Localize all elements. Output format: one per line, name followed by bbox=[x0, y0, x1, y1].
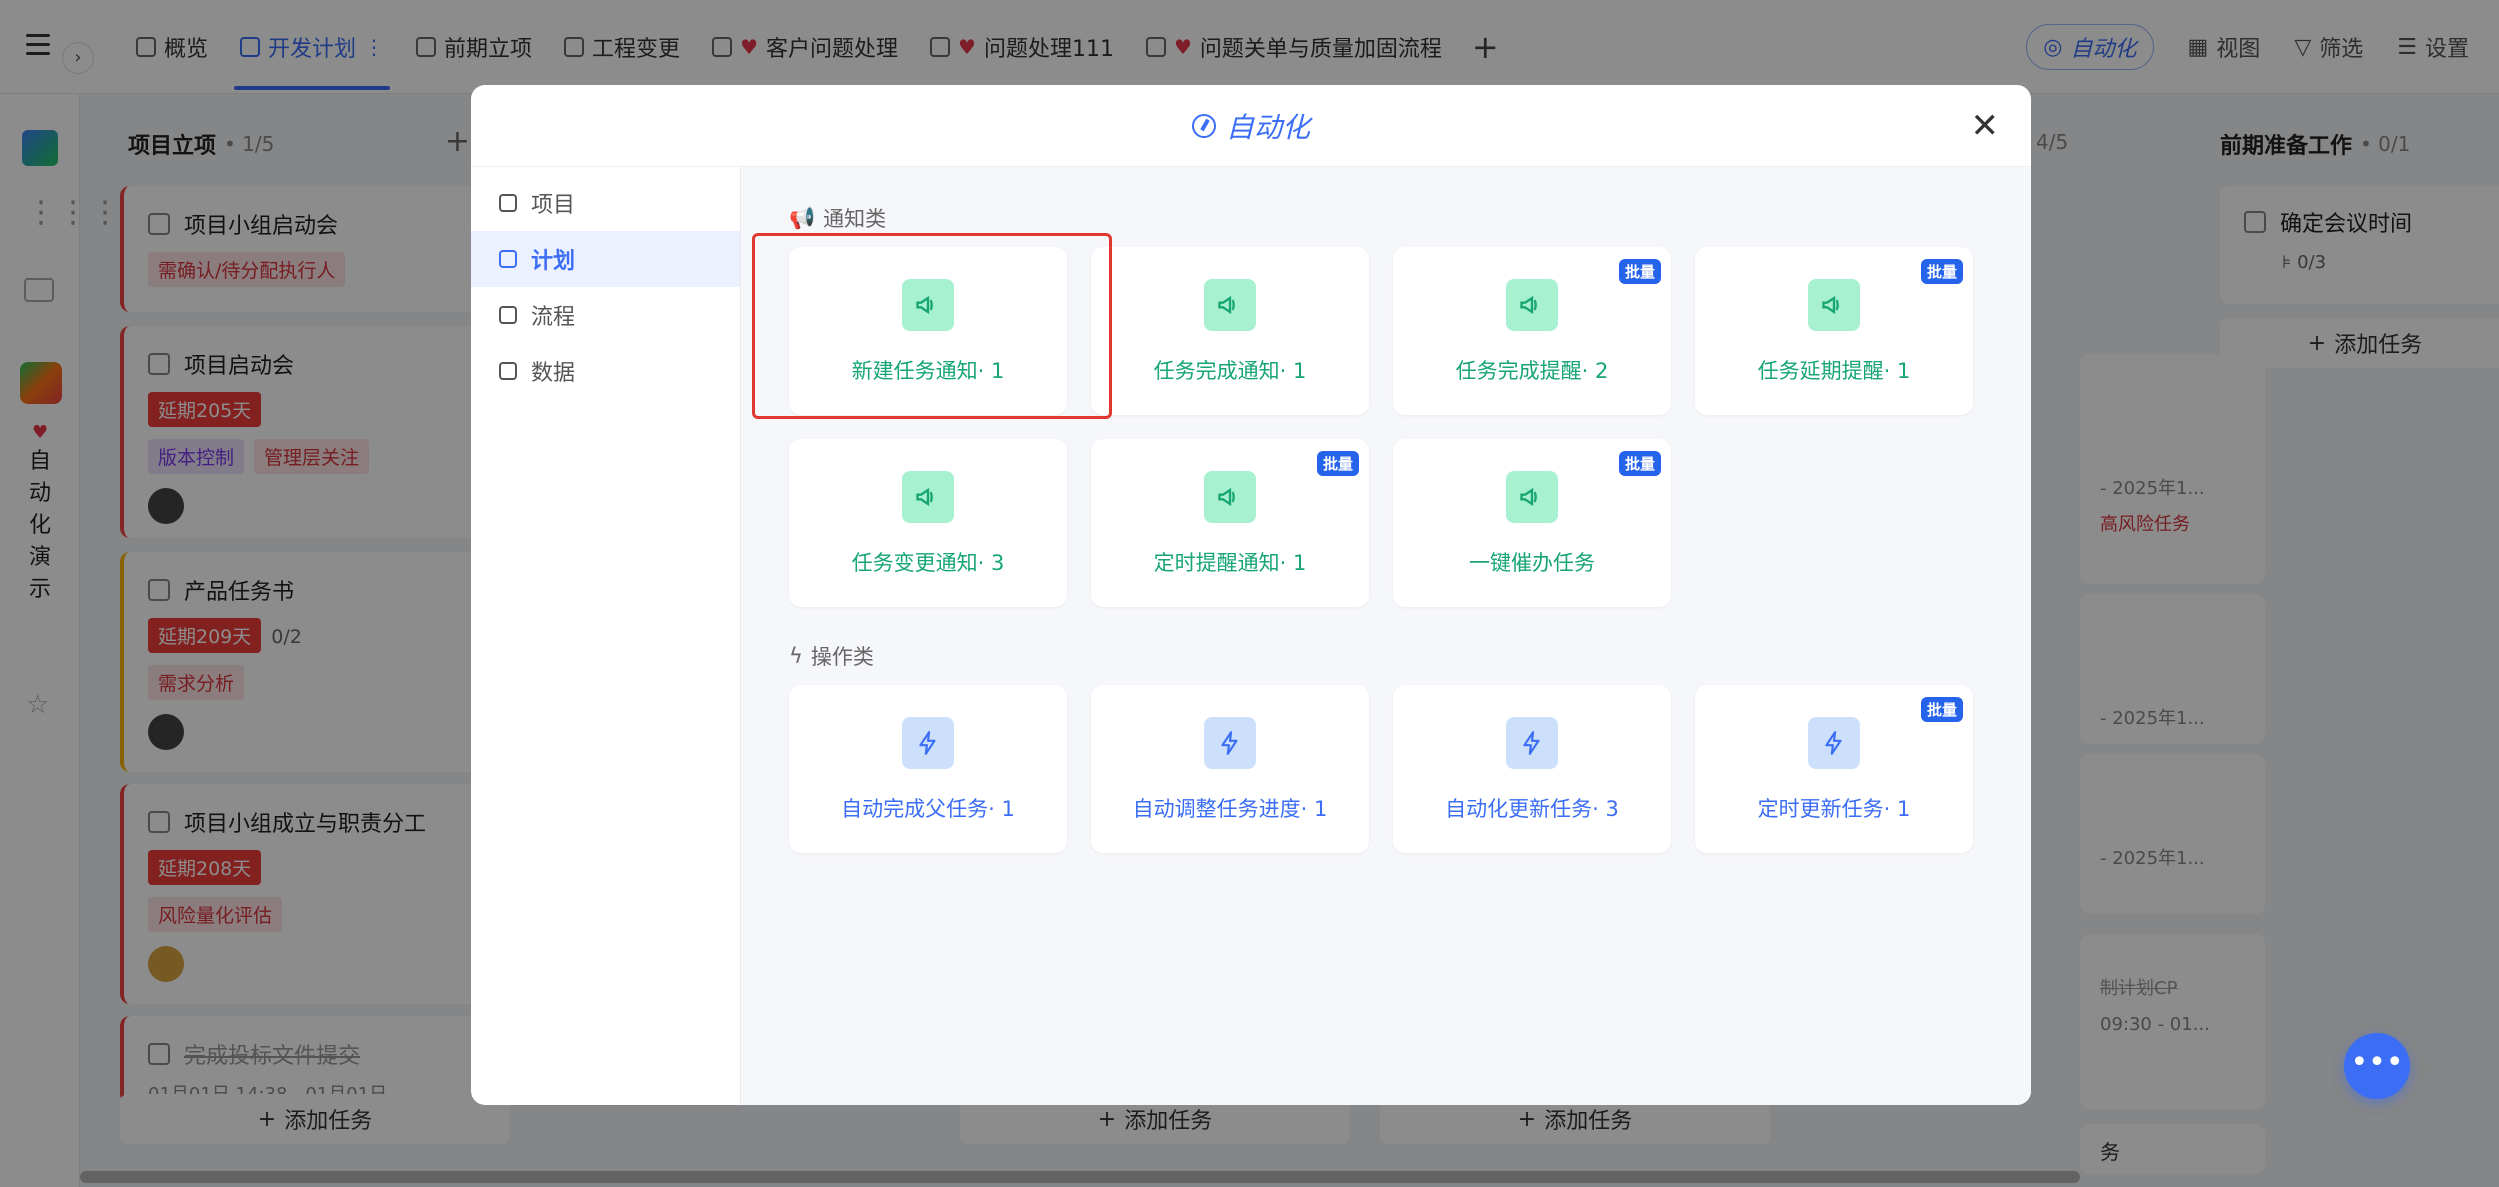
lightning-icon bbox=[1506, 717, 1558, 769]
megaphone-icon: 📢 bbox=[789, 205, 816, 230]
chat-fab-button[interactable]: ••• bbox=[2344, 1033, 2410, 1099]
nav-item-plan[interactable]: 计划 bbox=[471, 231, 740, 287]
automation-tile[interactable]: 批量 定时提醒通知· 1 bbox=[1091, 439, 1369, 607]
section-label: 操作类 bbox=[810, 645, 874, 669]
nav-label: 项目 bbox=[531, 193, 576, 218]
megaphone-icon bbox=[1506, 279, 1558, 331]
batch-badge: 批量 bbox=[1920, 259, 1963, 284]
batch-badge: 批量 bbox=[1618, 259, 1661, 284]
automation-tile[interactable]: 自动调整任务进度· 1 bbox=[1091, 685, 1369, 853]
modal-header: 自动化 bbox=[471, 85, 2031, 167]
nav-item-data[interactable]: 数据 bbox=[471, 343, 740, 399]
automation-tile[interactable]: 批量 定时更新任务· 1 bbox=[1695, 685, 1973, 853]
automation-modal: 自动化 ✕ 项目 计划 流程 数据 📢 通知类 新建任务通知· 1 任务完成通知·… bbox=[471, 85, 2031, 1105]
lightning-icon: ϟ bbox=[789, 644, 803, 668]
megaphone-icon bbox=[902, 471, 954, 523]
automation-tile[interactable]: 自动完成父任务· 1 bbox=[789, 685, 1067, 853]
nav-label: 计划 bbox=[531, 249, 576, 274]
tile-label: 任务完成提醒· 2 bbox=[1455, 359, 1609, 383]
batch-badge: 批量 bbox=[1316, 451, 1359, 476]
section-label: 通知类 bbox=[823, 207, 887, 231]
automation-tile[interactable]: 任务变更通知· 3 bbox=[789, 439, 1067, 607]
automation-icon bbox=[1191, 113, 1216, 138]
tile-label: 定时更新任务· 1 bbox=[1757, 797, 1911, 821]
tile-label: 自动完成父任务· 1 bbox=[841, 797, 1015, 821]
close-icon[interactable]: ✕ bbox=[1971, 109, 2000, 143]
section-title-action: ϟ 操作类 bbox=[789, 641, 874, 671]
board-icon bbox=[499, 250, 517, 268]
automation-tile[interactable]: 批量 任务延期提醒· 1 bbox=[1695, 247, 1973, 415]
tile-label: 任务延期提醒· 1 bbox=[1757, 359, 1911, 383]
nav-label: 流程 bbox=[531, 305, 576, 330]
nav-item-flow[interactable]: 流程 bbox=[471, 287, 740, 343]
nav-item-project[interactable]: 项目 bbox=[471, 175, 740, 231]
lightning-icon bbox=[902, 717, 954, 769]
batch-badge: 批量 bbox=[1618, 451, 1661, 476]
tile-label: 自动化更新任务· 3 bbox=[1445, 797, 1619, 821]
automation-tile[interactable]: 批量 一键催办任务 bbox=[1393, 439, 1671, 607]
lightning-icon bbox=[1204, 717, 1256, 769]
tile-label: 任务变更通知· 3 bbox=[851, 551, 1005, 575]
tile-label: 自动调整任务进度· 1 bbox=[1132, 797, 1328, 821]
megaphone-icon bbox=[1808, 279, 1860, 331]
automation-tile[interactable]: 批量 任务完成提醒· 2 bbox=[1393, 247, 1671, 415]
nav-label: 数据 bbox=[531, 361, 576, 386]
section-title-notify: 📢 通知类 bbox=[789, 203, 886, 233]
cube-icon bbox=[499, 194, 517, 212]
tile-label: 一键催办任务 bbox=[1469, 551, 1595, 575]
batch-badge: 批量 bbox=[1920, 697, 1963, 722]
megaphone-icon bbox=[1204, 471, 1256, 523]
doc-icon bbox=[499, 362, 517, 380]
tile-label: 定时提醒通知· 1 bbox=[1153, 551, 1307, 575]
lightning-icon bbox=[1808, 717, 1860, 769]
modal-category-nav: 项目 计划 流程 数据 bbox=[471, 167, 741, 1105]
tile-label: 任务完成通知· 1 bbox=[1153, 359, 1307, 383]
automation-tile[interactable]: 任务完成通知· 1 bbox=[1091, 247, 1369, 415]
flow-icon bbox=[499, 306, 517, 324]
app-root: › 概览 开发计划 ⋮ 前期立项 工程变更 ♥ 客户问题处理 ♥ 问题处理111 ♥ 问… bbox=[0, 0, 2499, 1187]
megaphone-icon bbox=[1204, 279, 1256, 331]
megaphone-icon bbox=[1506, 471, 1558, 523]
modal-title: 自动化 bbox=[1225, 110, 1310, 144]
automation-tile[interactable]: 自动化更新任务· 3 bbox=[1393, 685, 1671, 853]
highlight-box bbox=[752, 233, 1112, 419]
